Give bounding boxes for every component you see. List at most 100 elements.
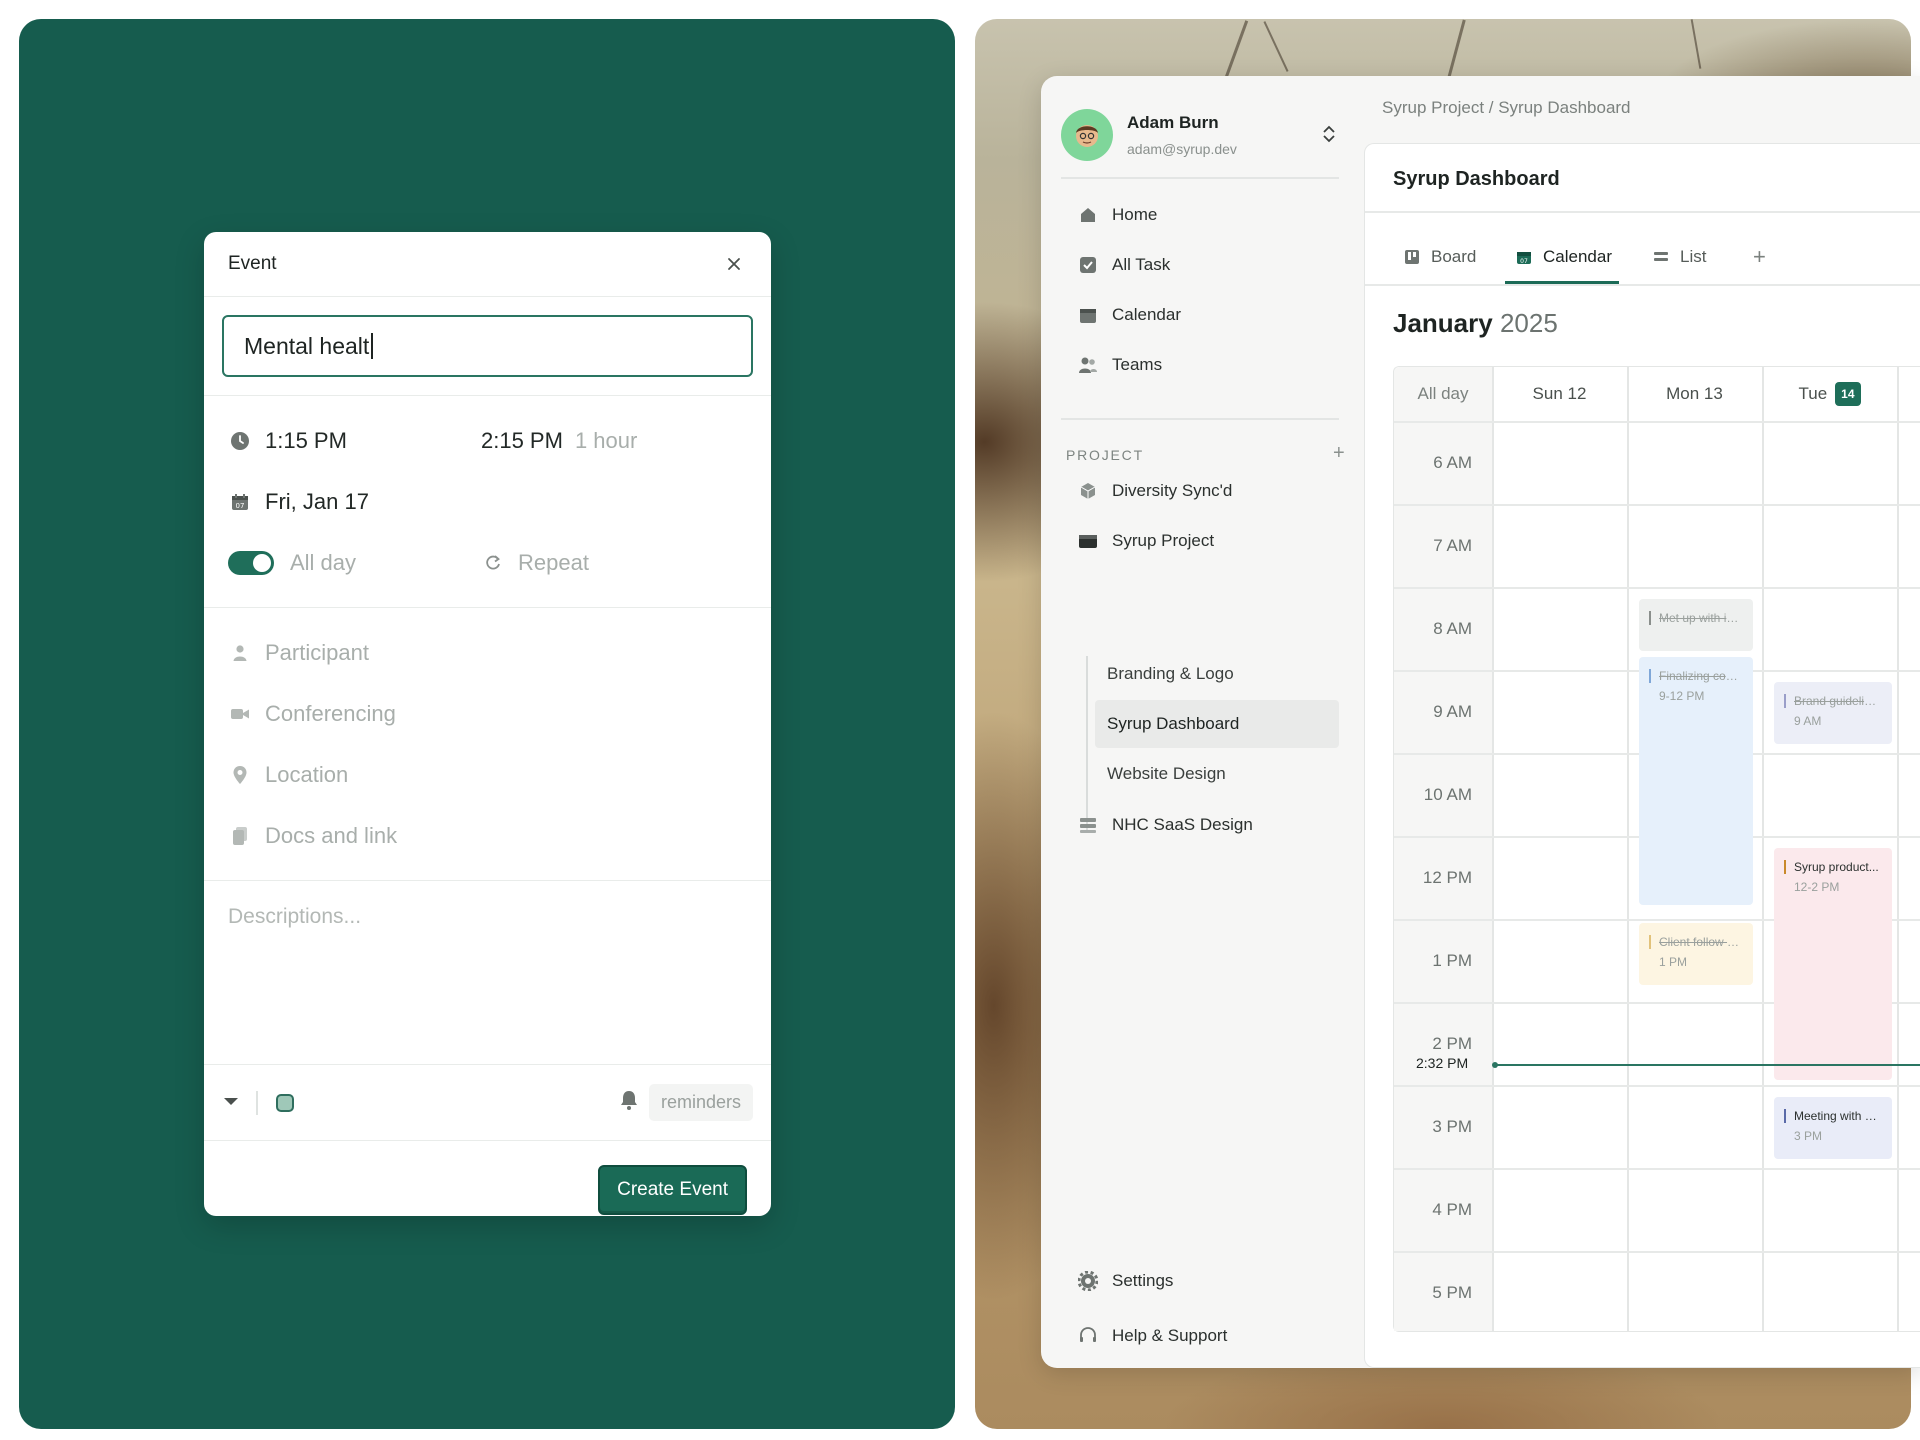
description-placeholder: Descriptions... (228, 905, 362, 928)
sidebar-item-calendar[interactable]: Calendar (1061, 292, 1339, 338)
row-divider (1394, 504, 1920, 506)
add-view-icon[interactable]: + (1753, 230, 1766, 284)
hour-label: 1 PM (1432, 951, 1472, 970)
time-row: 1:15 PM 2:15 PM 1 hour (228, 410, 747, 471)
chevron-up-down-icon[interactable] (1321, 124, 1343, 146)
subproject-website-design[interactable]: Website Design (1095, 750, 1339, 798)
people-icon (1077, 354, 1099, 376)
hour-label: 10 AM (1423, 785, 1472, 804)
breadcrumb[interactable]: Syrup Project / Syrup Dashboard (1382, 98, 1631, 118)
start-time[interactable]: 1:15 PM (265, 428, 347, 454)
sidebar-item-label: Diversity Sync'd (1112, 481, 1233, 500)
event-time: 1 PM (1659, 955, 1688, 969)
row-divider (1394, 1251, 1920, 1253)
event-title: Brand guideline... (1784, 694, 1882, 708)
event-time: 9 AM (1794, 714, 1822, 728)
calendar-icon: 07 (228, 490, 252, 514)
time-section: 1:15 PM 2:15 PM 1 hour 07 Fri, Jan 17 Al… (204, 396, 771, 608)
close-icon[interactable] (721, 251, 747, 277)
end-time[interactable]: 2:15 PM (481, 428, 563, 454)
year-label: 2025 (1499, 308, 1558, 338)
tab-calendar[interactable]: 07 Calendar (1515, 230, 1612, 284)
docs-row[interactable]: Docs and link (228, 805, 747, 866)
current-time-label: 2:32 PM (1416, 1055, 1469, 1071)
location-placeholder: Location (265, 761, 349, 787)
list-icon (1652, 248, 1670, 266)
hour-label: 7 AM (1433, 536, 1472, 555)
user-info: Adam Burn adam@syrup.dev (1127, 113, 1237, 157)
subproject-label: Website Design (1107, 764, 1226, 783)
calendar-event[interactable]: Meeting with m... 3 PM (1774, 1097, 1892, 1159)
sidebar-item-label: Help & Support (1112, 1326, 1228, 1345)
description-field[interactable]: Descriptions... (204, 881, 771, 1065)
painting-branch (1224, 20, 1249, 78)
home-icon (1077, 204, 1099, 226)
tab-label: Calendar (1543, 247, 1612, 266)
subproject-syrup-dashboard[interactable]: Syrup Dashboard (1095, 700, 1339, 748)
options-row: All day Repeat (228, 532, 747, 593)
event-name-input[interactable]: Mental healt (222, 315, 753, 377)
toolbar-divider (256, 1090, 258, 1115)
tab-list[interactable]: List (1652, 230, 1706, 284)
painting-branch (1447, 19, 1466, 79)
event-title: Syrup product... (1784, 860, 1882, 874)
day-header-sun-12[interactable]: Sun 12 (1492, 367, 1627, 421)
hour-label: 3 PM (1432, 1117, 1472, 1136)
svg-text:07: 07 (236, 502, 245, 510)
hour-label: 8 AM (1433, 619, 1472, 638)
sidebar-item-help-support[interactable]: Help & Support (1061, 1313, 1339, 1359)
subproject-label: Syrup Dashboard (1107, 714, 1240, 733)
add-project-icon[interactable]: + (1333, 442, 1345, 465)
profile-switcher[interactable]: Adam Burn adam@syrup.dev (1061, 100, 1351, 170)
location-row[interactable]: Location (228, 744, 747, 805)
calendar-event[interactable]: Finalizing cont... 9-12 PM (1639, 657, 1753, 905)
headset-icon (1077, 1325, 1099, 1347)
repeat-button[interactable]: Repeat (481, 550, 589, 576)
sidebar-item-teams[interactable]: Teams (1061, 342, 1339, 388)
repeat-icon (481, 551, 505, 575)
svg-text:07: 07 (1520, 258, 1528, 265)
sidebar-item-diversity-syncd[interactable]: Diversity Sync'd (1061, 468, 1339, 514)
tabs-divider (1365, 284, 1920, 286)
video-camera-icon (228, 702, 252, 726)
repeat-label: Repeat (518, 549, 589, 575)
calendar-event[interactable]: Syrup product... 12-2 PM (1774, 848, 1892, 1080)
reminders-control[interactable]: reminders (619, 1084, 753, 1121)
hour-label: 9 AM (1433, 702, 1472, 721)
all-day-header: All day (1417, 384, 1469, 403)
current-time-line (1494, 1064, 1920, 1066)
event-time: 12-2 PM (1794, 880, 1840, 894)
calendar-event[interactable]: Brand guideline... 9 AM (1774, 682, 1892, 744)
row-divider (1394, 1168, 1920, 1170)
sidebar-item-all-task[interactable]: All Task (1061, 242, 1339, 288)
subproject-label: Branding & Logo (1107, 664, 1234, 683)
sidebar: Adam Burn adam@syrup.dev Home All Task C… (1041, 76, 1362, 1368)
header-divider (1365, 211, 1920, 213)
tab-label: List (1680, 247, 1707, 266)
day-header-tue-14[interactable]: Tue 14 (1762, 367, 1897, 421)
modal-header: Event (204, 232, 771, 297)
subproject-branding-logo[interactable]: Branding & Logo (1095, 650, 1339, 698)
project-section-title: PROJECT (1066, 447, 1144, 463)
day-header-mon-13[interactable]: Mon 13 (1627, 367, 1762, 421)
sidebar-item-nhc-saas-design[interactable]: NHC SaaS Design (1061, 802, 1339, 848)
participant-row[interactable]: Participant (228, 622, 747, 683)
sidebar-item-home[interactable]: Home (1061, 192, 1339, 238)
avatar (1061, 109, 1113, 161)
current-time-dot (1492, 1062, 1498, 1068)
event-date[interactable]: Fri, Jan 17 (265, 489, 369, 515)
page-title: Syrup Dashboard (1393, 168, 1560, 190)
create-event-button[interactable]: Create Event (598, 1164, 747, 1215)
gear-icon (1077, 1270, 1099, 1292)
event-title: Meeting with m... (1784, 1109, 1882, 1123)
chevron-down-icon[interactable] (222, 1094, 240, 1112)
tab-board[interactable]: Board (1403, 230, 1476, 284)
sidebar-item-syrup-project[interactable]: Syrup Project (1061, 518, 1339, 564)
conferencing-row[interactable]: Conferencing (228, 683, 747, 744)
calendar-event[interactable]: Met up with int... (1639, 599, 1753, 651)
event-color-swatch[interactable] (275, 1093, 294, 1112)
sidebar-item-label: Syrup Project (1112, 531, 1215, 550)
calendar-event[interactable]: Client follow u... 1 PM (1639, 923, 1753, 985)
all-day-toggle[interactable] (228, 550, 274, 575)
sidebar-item-settings[interactable]: Settings (1061, 1258, 1339, 1304)
